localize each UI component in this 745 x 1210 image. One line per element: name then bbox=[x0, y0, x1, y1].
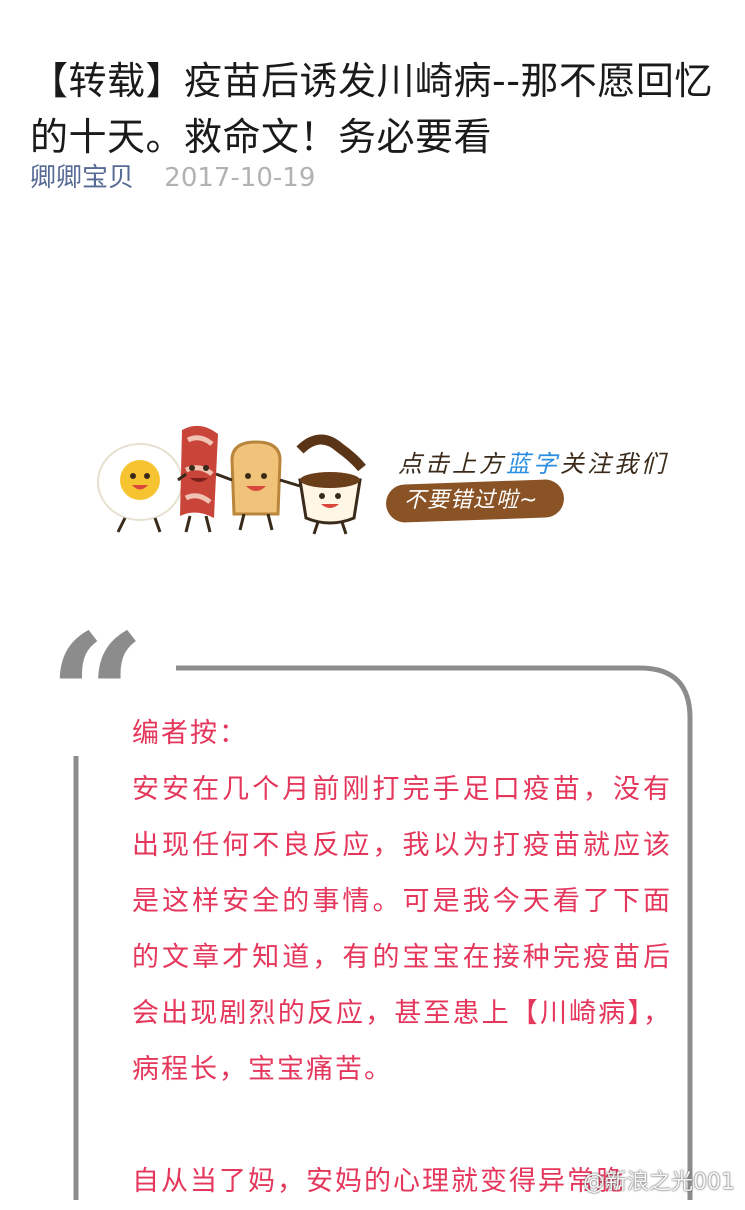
author-link[interactable]: 卿卿宝贝 bbox=[30, 163, 134, 193]
article-meta: 卿卿宝贝 2017-10-19 bbox=[30, 160, 315, 196]
toast-character-icon bbox=[230, 440, 282, 531]
weibo-watermark: @新浪之光001 bbox=[583, 1170, 735, 1195]
follow-highlight[interactable]: 蓝字 bbox=[506, 450, 560, 478]
follow-prompt-text: 点击上方蓝字关注我们 bbox=[398, 444, 668, 479]
follow-suffix: 关注我们 bbox=[560, 450, 668, 478]
egg-character-icon bbox=[97, 443, 183, 533]
publish-date: 2017-10-19 bbox=[164, 163, 316, 193]
follow-prefix: 点击上方 bbox=[398, 450, 506, 478]
editor-note: 编者按： 安安在几个月前刚打完手足口疫苗，没有出现任何不良反应，我以为打疫苗就应… bbox=[132, 706, 672, 1210]
article-title: 【转载】疫苗后诱发川崎病--那不愿回忆的十天。救命文！务必要看 bbox=[30, 59, 713, 160]
bacon-character-icon bbox=[180, 425, 218, 533]
editor-note-label: 编者按： bbox=[132, 718, 248, 749]
editor-note-paragraph: 安安在几个月前刚打完手足口疫苗，没有出现任何不良反应，我以为打疫苗就应该是这样安… bbox=[132, 774, 672, 1085]
coffee-cup-character-icon bbox=[296, 434, 366, 535]
follow-pill-text: 不要错过啦~ bbox=[404, 488, 539, 513]
